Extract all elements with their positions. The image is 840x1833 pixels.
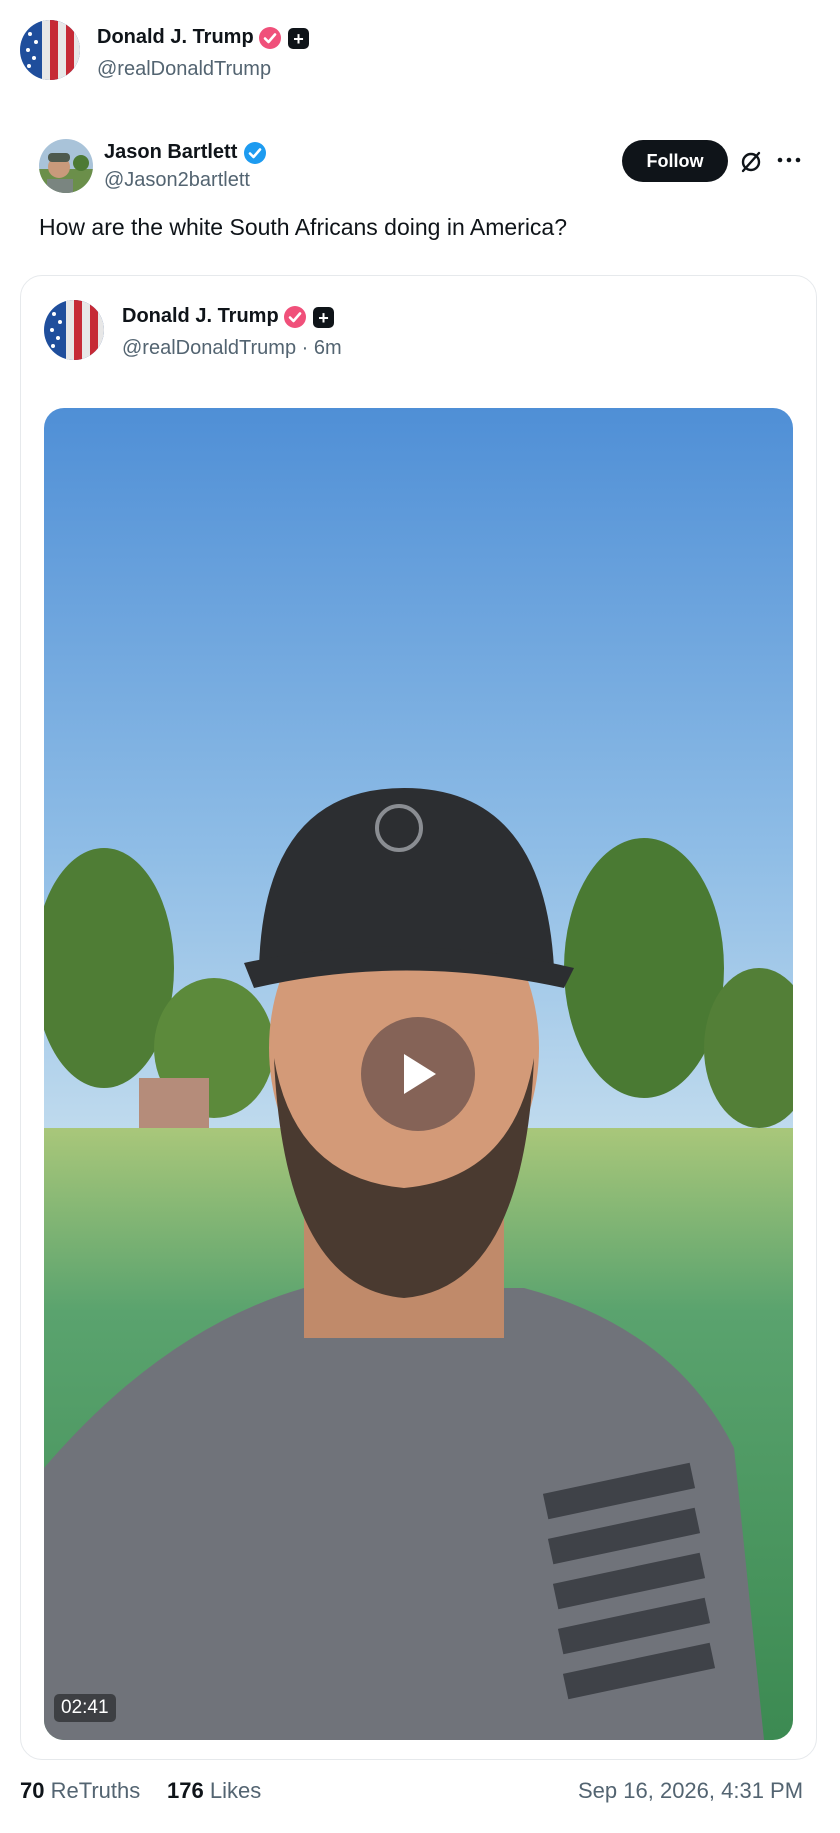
play-icon <box>404 1054 436 1094</box>
verified-badge-icon <box>244 142 266 164</box>
flag-face-avatar-image <box>44 300 104 360</box>
more-options-icon[interactable] <box>777 156 801 164</box>
author-handle[interactable]: @realDonaldTrump <box>97 58 271 81</box>
author-name[interactable]: Donald J. Trump <box>97 26 254 49</box>
author-avatar[interactable] <box>20 20 80 80</box>
play-button[interactable] <box>361 1017 475 1131</box>
post-timestamp: Sep 16, 2026, 4:31 PM <box>578 1778 804 1803</box>
retruths-label: ReTruths <box>50 1778 141 1803</box>
likes-label: Likes <box>209 1778 262 1803</box>
quoted-author-avatar[interactable] <box>39 139 93 193</box>
likes-count: 176 <box>167 1778 204 1803</box>
quoted-author-handle[interactable]: @Jason2bartlett <box>104 169 250 192</box>
retruths-stat[interactable]: 70 ReTruths <box>20 1778 140 1804</box>
post-text: How are the white South Africans doing i… <box>39 214 568 240</box>
flag-face-avatar-image <box>20 20 80 80</box>
grok-icon[interactable] <box>738 149 764 175</box>
man-outdoors-avatar-image <box>39 139 93 193</box>
video-duration: 02:41 <box>54 1694 116 1722</box>
follow-button[interactable]: Follow <box>622 140 728 182</box>
likes-stat[interactable]: 176 Likes <box>167 1778 261 1804</box>
verified-badge-icon <box>259 27 281 49</box>
quoted-author-name[interactable]: Jason Bartlett <box>104 141 237 164</box>
embedded-author-avatar[interactable] <box>44 300 104 360</box>
verified-badge-icon <box>284 306 306 328</box>
retruths-count: 70 <box>20 1778 45 1803</box>
embedded-author-name[interactable]: Donald J. Trump <box>122 305 279 328</box>
embedded-author-handle[interactable]: @realDonaldTrump · 6m <box>122 337 342 360</box>
plus-icon: + <box>313 307 334 328</box>
plus-icon: + <box>288 28 309 49</box>
